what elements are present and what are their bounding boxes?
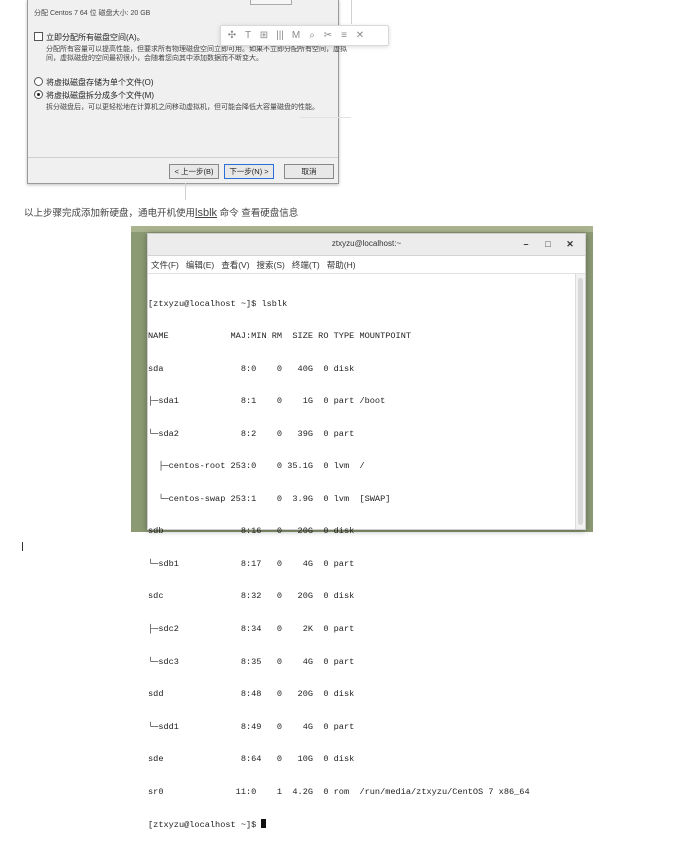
mosaic-icon[interactable]: M [288,26,304,45]
menu-terminal[interactable]: 终端(T) [292,259,320,271]
terminal-line: sdd 8:48 0 20G 0 disk [148,689,355,700]
multi-file-option[interactable]: 将虚拟磁盘拆分成多个文件(M) [34,90,154,101]
back-button[interactable]: < 上一步(B) [169,164,219,179]
terminal-scrollbar[interactable] [575,274,585,529]
terminal-prompt-line: [ztxyzu@localhost ~]$ [148,819,575,831]
move-icon[interactable]: ✣ [224,26,240,45]
terminal-line: NAME MAJ:MIN RM SIZE RO TYPE MOUNTPOINT [148,331,412,342]
close-button[interactable]: ✕ [563,237,577,251]
single-file-radio[interactable] [34,77,43,86]
multi-file-desc: 拆分磁盘后，可以更轻松地在计算机之间移动虚拟机，但可能会降低大容量磁盘的性能。 [46,104,319,111]
terminal-line: └─centos-swap 253:1 0 3.9G 0 lvm [SWAP] [148,493,391,504]
paragraph-text-before: 以上步骤完成添加新硬盘，通电开机使用 [24,208,196,219]
multi-file-radio[interactable] [34,90,43,99]
terminal-line: └─sdc3 8:35 0 4G 0 part [148,656,355,667]
terminal-line: └─sdb1 8:17 0 4G 0 part [148,558,355,569]
maximize-button[interactable]: □ [541,237,555,251]
divider [300,117,351,118]
multi-file-label: 将虚拟磁盘拆分成多个文件(M) [46,91,154,100]
allocate-all-label: 立即分配所有磁盘空间(A)。 [46,33,145,42]
scrollbar-thumb[interactable] [578,278,583,525]
image-edit-toolbar: ✣ T ⊞ ||| M ⌕ ✂ ≡ ✕ [220,25,389,46]
allocate-all-option[interactable]: 立即分配所有磁盘空间(A)。 [34,32,145,43]
zoom-icon[interactable]: ⌕ [304,26,320,45]
allocate-all-desc-line-1: 分配所有容量可以提高性能，但要求所有物理磁盘空间立即可用。如果不立即分配所有空间… [46,46,347,53]
single-file-label: 将虚拟磁盘存储为单个文件(O) [46,78,154,87]
terminal-line: └─sdd1 8:49 0 4G 0 part [148,721,355,732]
text-icon[interactable]: T [240,26,256,45]
text-cursor [261,819,267,829]
columns-icon[interactable]: ||| [272,26,288,45]
cancel-button[interactable]: 取消 [284,164,334,179]
terminal-line: ├─sdc2 8:34 0 2K 0 part [148,624,355,634]
terminal-screenshot: ztxyzu@localhost:~ – □ ✕ 文件(F) 编辑(E) 查看(… [131,226,593,831]
next-button[interactable]: 下一步(N) > [224,164,274,179]
terminal-menubar: 文件(F) 编辑(E) 查看(V) 搜索(S) 终端(T) 帮助(H) [148,256,585,274]
menu-edit[interactable]: 编辑(E) [186,259,214,271]
dialog-top-line: 分配 Centos 7 64 位 磁盘大小: 20 GB [34,10,151,17]
divider [351,0,352,24]
menu-icon[interactable]: ≡ [336,26,352,45]
terminal-window: ztxyzu@localhost:~ – □ ✕ 文件(F) 编辑(E) 查看(… [147,233,586,831]
crop-icon[interactable]: ✂ [320,26,336,45]
terminal-line: ├─sda1 8:1 0 1G 0 part /boot [148,396,386,407]
terminal-line: sda 8:0 0 40G 0 disk [148,363,355,374]
terminal-line: ├─centos-root 253:0 0 35.1G 0 lvm / [148,461,365,472]
terminal-line: └─sda2 8:2 0 39G 0 part [148,428,355,439]
allocate-all-checkbox[interactable] [34,32,43,41]
terminal-titlebar: ztxyzu@localhost:~ – □ ✕ [148,234,585,256]
body-paragraph: 以上步骤完成添加新硬盘，通电开机使用lsblk 命令 查看硬盘信息 [24,205,298,219]
terminal-output[interactable]: [ztxyzu@localhost ~]$ lsblk NAME MAJ:MIN… [148,274,575,831]
terminal-line: sdc 8:32 0 20G 0 disk [148,591,355,602]
dialog-separator [28,157,338,158]
minimize-button[interactable]: – [519,237,533,251]
single-file-option[interactable]: 将虚拟磁盘存储为单个文件(O) [34,77,154,88]
desktop-background [131,226,593,232]
terminal-line: sr0 11:0 1 4.2G 0 rom /run/media/ztxyzu/… [148,786,530,797]
allocate-all-desc-line-2: 间，虚拟磁盘的空间最初很小，会随着您向其中添加数据而不断变大。 [46,55,263,62]
menu-search[interactable]: 搜索(S) [257,259,285,271]
close-icon[interactable]: ✕ [352,26,368,45]
terminal-line: sdb 8:16 0 20G 0 disk [148,526,355,537]
editor-caret [22,542,23,551]
menu-file[interactable]: 文件(F) [151,259,179,271]
lsblk-link[interactable]: lsblk [195,207,217,219]
terminal-prompt: [ztxyzu@localhost ~]$ [148,820,262,831]
paragraph-text-after: 命令 查看硬盘信息 [217,208,299,219]
terminal-line: sde 8:64 0 10G 0 disk [148,754,355,765]
menu-view[interactable]: 查看(V) [221,259,249,271]
dialog-top-fragment [250,0,292,5]
terminal-line: [ztxyzu@localhost ~]$ lsblk [148,298,288,309]
menu-help[interactable]: 帮助(H) [327,259,356,271]
divider [185,183,186,200]
grid-icon[interactable]: ⊞ [256,26,272,45]
